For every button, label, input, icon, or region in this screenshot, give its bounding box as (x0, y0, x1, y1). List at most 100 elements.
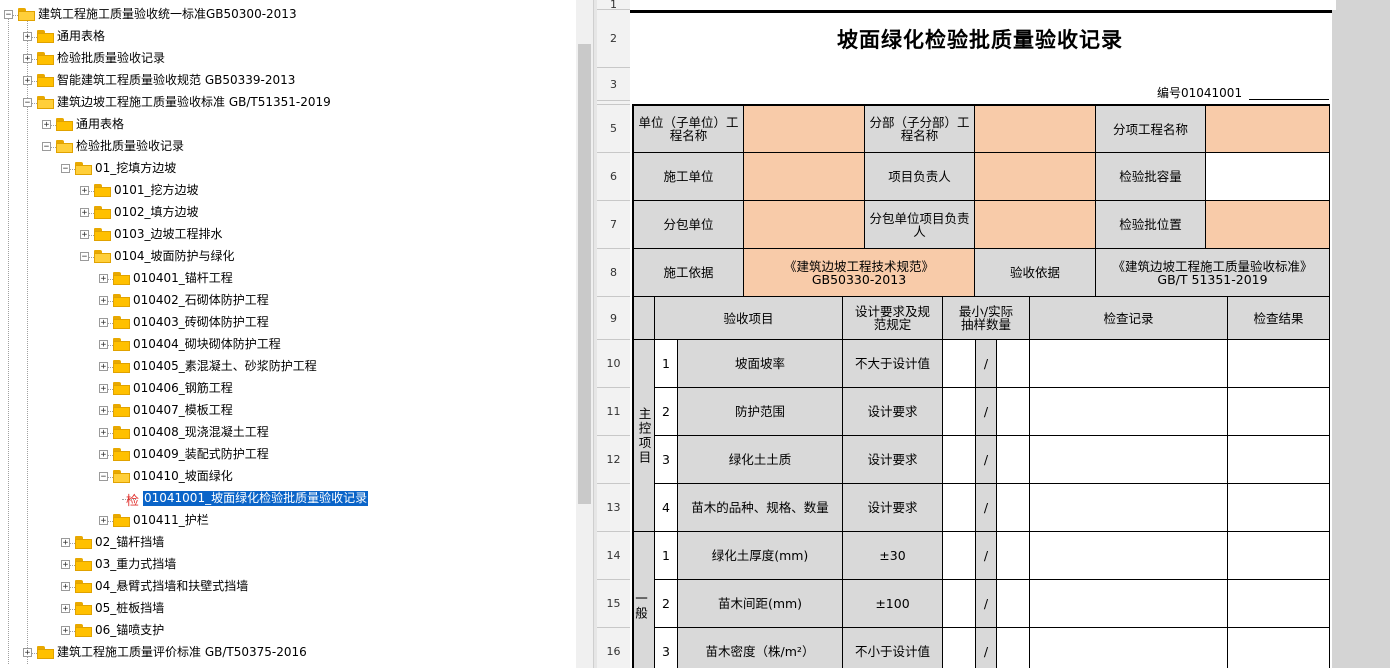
expand-toggle[interactable]: + (42, 120, 51, 130)
tree-scrollbar-thumb[interactable] (578, 44, 591, 504)
expand-toggle[interactable]: + (99, 340, 108, 350)
constructor-input[interactable] (744, 153, 865, 201)
tree-node-label[interactable]: 03_重力式挡墙 (95, 557, 176, 572)
tree-node[interactable]: +0103_边坡工程排水 (0, 224, 576, 246)
tree-node-label[interactable]: 010404_砌块砌体防护工程 (133, 337, 281, 352)
tree-node-label[interactable]: 06_锚喷支护 (95, 623, 164, 638)
tree-node-label[interactable]: 建筑边坡工程施工质量验收标准 GB/T51351-2019 (57, 95, 331, 110)
actual-sample-input[interactable] (997, 436, 1030, 484)
row-number[interactable]: 9 (597, 297, 630, 340)
expand-toggle[interactable]: + (23, 648, 32, 658)
basis-value[interactable]: 《建筑边坡工程技术规范》GB50330-2013 (744, 249, 975, 297)
tree-panel[interactable]: − 建筑工程施工质量验收统一标准GB50300-2013 + 通用表格 + 检验批质量验收… (0, 0, 576, 668)
subcontractor-input[interactable] (744, 201, 865, 249)
row-number[interactable]: 2 (597, 10, 630, 68)
tree-node[interactable]: +010411_护栏 (0, 510, 576, 532)
tree-node-label[interactable]: 通用表格 (76, 117, 124, 132)
tree-node[interactable]: − 010410_坡面绿化 (0, 466, 576, 488)
check-result-input[interactable] (1228, 340, 1330, 388)
tree-node-label[interactable]: 05_桩板挡墙 (95, 601, 164, 616)
tree-node-label[interactable]: 010405_素混凝土、砂浆防护工程 (133, 359, 317, 374)
row-number[interactable]: 7 (597, 201, 630, 249)
expand-toggle[interactable]: + (99, 296, 108, 306)
min-sample-input[interactable] (943, 580, 976, 628)
tree-node[interactable]: +02_锚杆挡墙 (0, 532, 576, 554)
tree-node-label[interactable]: 0101_挖方边坡 (114, 183, 199, 198)
tree-node[interactable]: + 建筑工程施工质量评价标准 GB/T50375-2016 (0, 642, 576, 664)
expand-toggle[interactable]: + (61, 604, 70, 614)
expand-toggle[interactable]: + (99, 406, 108, 416)
check-record-input[interactable] (1030, 628, 1228, 668)
collapse-toggle[interactable]: − (99, 472, 108, 482)
tree-node-label[interactable]: 010410_坡面绿化 (133, 469, 233, 484)
tree-node-label[interactable]: 04_悬臂式挡墙和扶壁式挡墙 (95, 579, 248, 594)
expand-toggle[interactable]: + (99, 516, 108, 526)
tree-node-label[interactable]: 0102_填方边坡 (114, 205, 199, 220)
tree-node-label-selected[interactable]: 01041001_坡面绿化检验批质量验收记录 (141, 490, 370, 507)
spreadsheet-view[interactable]: 1 2 3 5 6 7 8 9 10 11 12 13 14 15 16 坡面绿化检验批质量验收记录 编号0… (597, 0, 1390, 668)
tree-node[interactable]: + 通用表格 (0, 26, 576, 48)
row-number[interactable]: 13 (597, 484, 630, 532)
actual-sample-input[interactable] (997, 484, 1030, 532)
batch-location-input[interactable] (1206, 201, 1330, 249)
actual-sample-input[interactable] (997, 628, 1030, 668)
check-record-input[interactable] (1030, 436, 1228, 484)
tree-scrollbar[interactable] (576, 0, 593, 668)
actual-sample-input[interactable] (997, 388, 1030, 436)
min-sample-input[interactable] (943, 628, 976, 668)
tree-node[interactable]: − 建筑工程施工质量验收统一标准GB50300-2013 (0, 4, 576, 26)
project-leader-input[interactable] (975, 153, 1096, 201)
check-result-input[interactable] (1228, 484, 1330, 532)
expand-toggle[interactable]: + (99, 384, 108, 394)
tree-node-label[interactable]: 02_锚杆挡墙 (95, 535, 164, 550)
tree-node[interactable]: 检 01041001_坡面绿化检验批质量验收记录 (0, 488, 576, 510)
row-number[interactable]: 12 (597, 436, 630, 484)
tree-node-label[interactable]: 010401_锚杆工程 (133, 271, 233, 286)
tree-node[interactable]: +010408_现浇混凝土工程 (0, 422, 576, 444)
collapse-toggle[interactable]: − (80, 252, 89, 262)
row-number[interactable]: 8 (597, 249, 630, 297)
tree-node-label[interactable]: 建筑工程施工质量评价标准 GB/T50375-2016 (57, 645, 307, 660)
tree-node[interactable]: +010403_砖砌体防护工程 (0, 312, 576, 334)
check-record-input[interactable] (1030, 340, 1228, 388)
tree-node[interactable]: − 建筑边坡工程施工质量验收标准 GB/T51351-2019 (0, 92, 576, 114)
expand-toggle[interactable]: + (99, 362, 108, 372)
collapse-toggle[interactable]: − (4, 10, 13, 20)
actual-sample-input[interactable] (997, 580, 1030, 628)
row-number[interactable]: 6 (597, 153, 630, 201)
tree-node-label[interactable]: 检验批质量验收记录 (76, 139, 184, 154)
expand-toggle[interactable]: + (80, 208, 89, 218)
expand-toggle[interactable]: + (80, 186, 89, 196)
form-code-input[interactable] (1249, 68, 1329, 100)
tree-node[interactable]: − 0104_坡面防护与绿化 (0, 246, 576, 268)
tree-node-label[interactable]: 010406_钢筋工程 (133, 381, 233, 396)
min-sample-input[interactable] (943, 532, 976, 580)
tree-node[interactable]: +0101_挖方边坡 (0, 180, 576, 202)
tree-node[interactable]: − 检验批质量验收记录 (0, 136, 576, 158)
min-sample-input[interactable] (943, 484, 976, 532)
min-sample-input[interactable] (943, 436, 976, 484)
tree-node-label[interactable]: 0104_坡面防护与绿化 (114, 249, 235, 264)
expand-toggle[interactable]: + (61, 582, 70, 592)
expand-toggle[interactable]: + (99, 450, 108, 460)
tree-node[interactable]: +010407_模板工程 (0, 400, 576, 422)
min-sample-input[interactable] (943, 388, 976, 436)
batch-capacity-input[interactable] (1206, 153, 1330, 201)
row-number[interactable]: 10 (597, 340, 630, 388)
tree-node-label[interactable]: 智能建筑工程质量验收规范 GB50339-2013 (57, 73, 295, 88)
row-number[interactable]: 14 (597, 532, 630, 580)
tree-node-label[interactable]: 01_挖填方边坡 (95, 161, 176, 176)
row-number[interactable]: 1 (597, 0, 630, 10)
row-number[interactable]: 16 (597, 628, 630, 668)
check-record-input[interactable] (1030, 388, 1228, 436)
tree-node[interactable]: − 01_挖填方边坡 (0, 158, 576, 180)
tree-node-label[interactable]: 010409_装配式防护工程 (133, 447, 269, 462)
tree-node[interactable]: + 检验批质量验收记录 (0, 48, 576, 70)
expand-toggle[interactable]: + (23, 32, 32, 42)
expand-toggle[interactable]: + (23, 76, 32, 86)
expand-toggle[interactable]: + (61, 538, 70, 548)
tree-node[interactable]: +010409_装配式防护工程 (0, 444, 576, 466)
actual-sample-input[interactable] (997, 532, 1030, 580)
expand-toggle[interactable]: + (23, 54, 32, 64)
tree-node-label[interactable]: 通用表格 (57, 29, 105, 44)
